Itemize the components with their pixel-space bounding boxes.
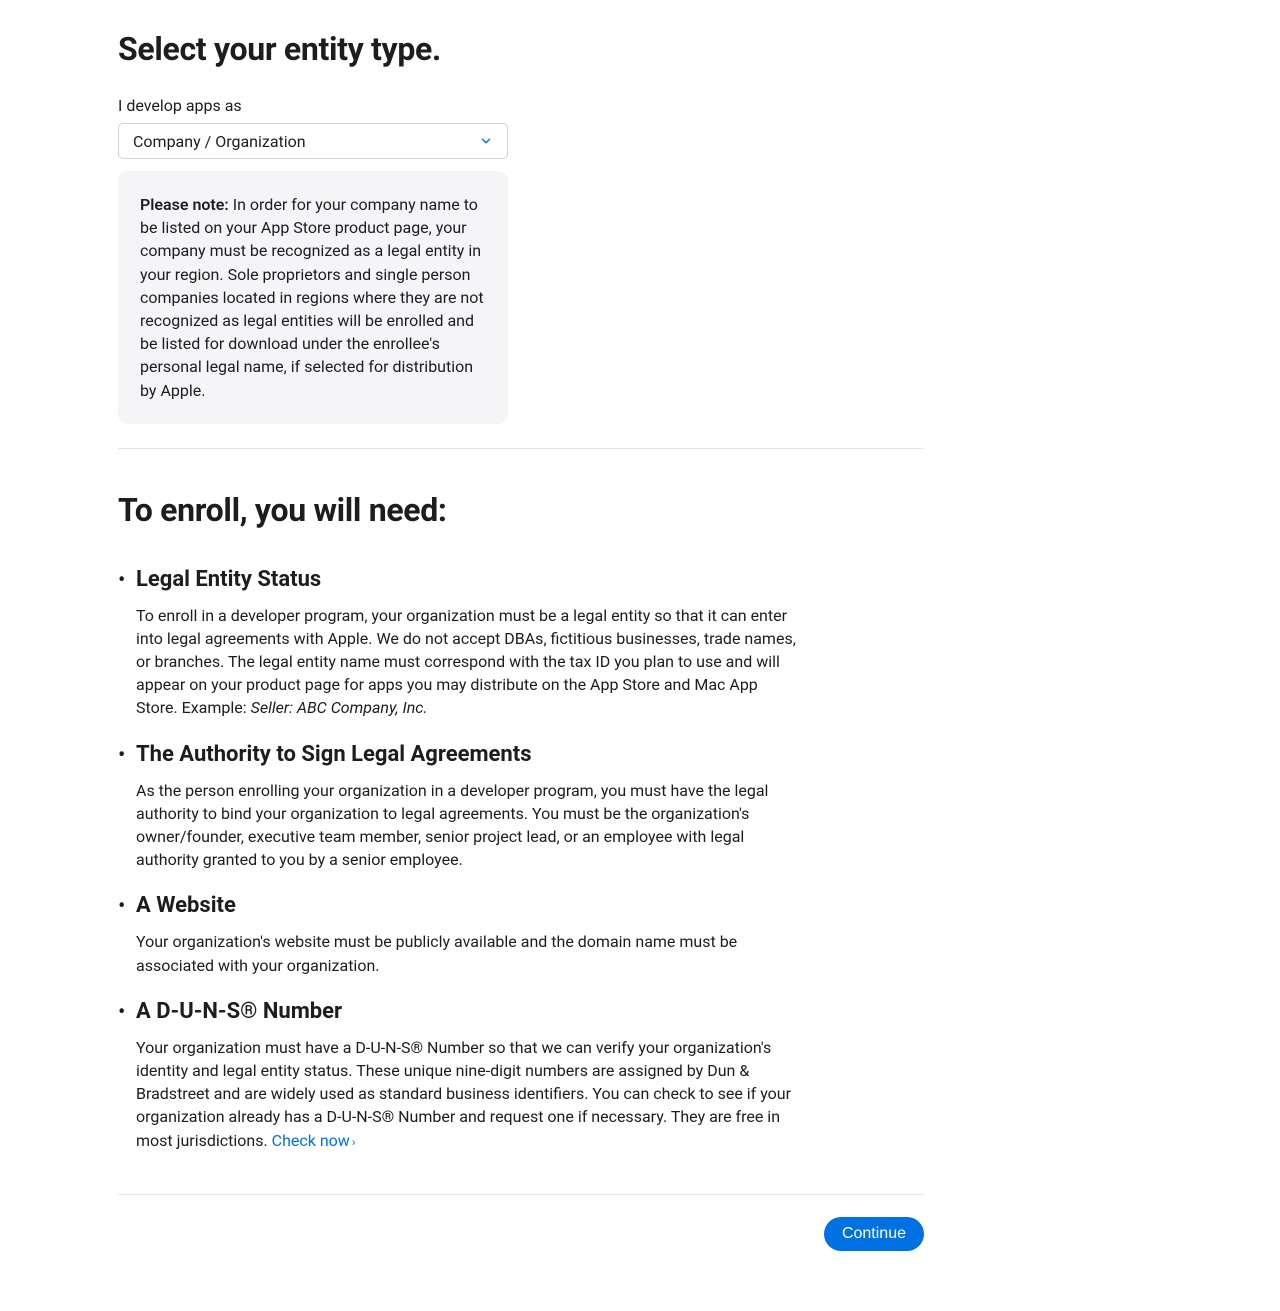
entity-note-box: Please note: In order for your company n… bbox=[118, 171, 508, 424]
requirement-authority: The Authority to Sign Legal Agreements A… bbox=[136, 742, 924, 872]
entity-note-text: In order for your company name to be lis… bbox=[140, 195, 484, 400]
requirement-body: As the person enrolling your organizatio… bbox=[136, 779, 796, 872]
section-divider bbox=[118, 448, 924, 449]
chevron-down-icon bbox=[479, 134, 493, 148]
requirement-duns: A D-U-N-S® Number Your organization must… bbox=[136, 999, 924, 1152]
entity-type-selected-value: Company / Organization bbox=[133, 132, 306, 151]
page-title: Select your entity type. bbox=[118, 30, 924, 68]
entity-type-select[interactable]: Company / Organization bbox=[118, 123, 508, 159]
requirement-legal-entity: Legal Entity Status To enroll in a devel… bbox=[136, 567, 924, 720]
entity-type-label: I develop apps as bbox=[118, 96, 924, 115]
requirement-title: A Website bbox=[136, 893, 924, 918]
chevron-right-icon: › bbox=[352, 1134, 356, 1151]
check-now-link[interactable]: Check now› bbox=[272, 1131, 356, 1150]
requirement-body: To enroll in a developer program, your o… bbox=[136, 604, 796, 720]
requirement-example: Seller: ABC Company, Inc. bbox=[251, 698, 428, 717]
entity-note-prefix: Please note: bbox=[140, 195, 229, 214]
footer-divider bbox=[118, 1194, 924, 1195]
requirement-title: The Authority to Sign Legal Agreements bbox=[136, 742, 924, 767]
requirement-website: A Website Your organization's website mu… bbox=[136, 893, 924, 976]
requirement-body: Your organization's website must be publ… bbox=[136, 930, 796, 976]
enroll-heading: To enroll, you will need: bbox=[118, 491, 924, 529]
requirement-title: Legal Entity Status bbox=[136, 567, 924, 592]
requirement-body: Your organization must have a D-U-N-S® N… bbox=[136, 1036, 796, 1152]
requirement-title: A D-U-N-S® Number bbox=[136, 999, 924, 1024]
continue-button[interactable]: Continue bbox=[824, 1217, 924, 1251]
